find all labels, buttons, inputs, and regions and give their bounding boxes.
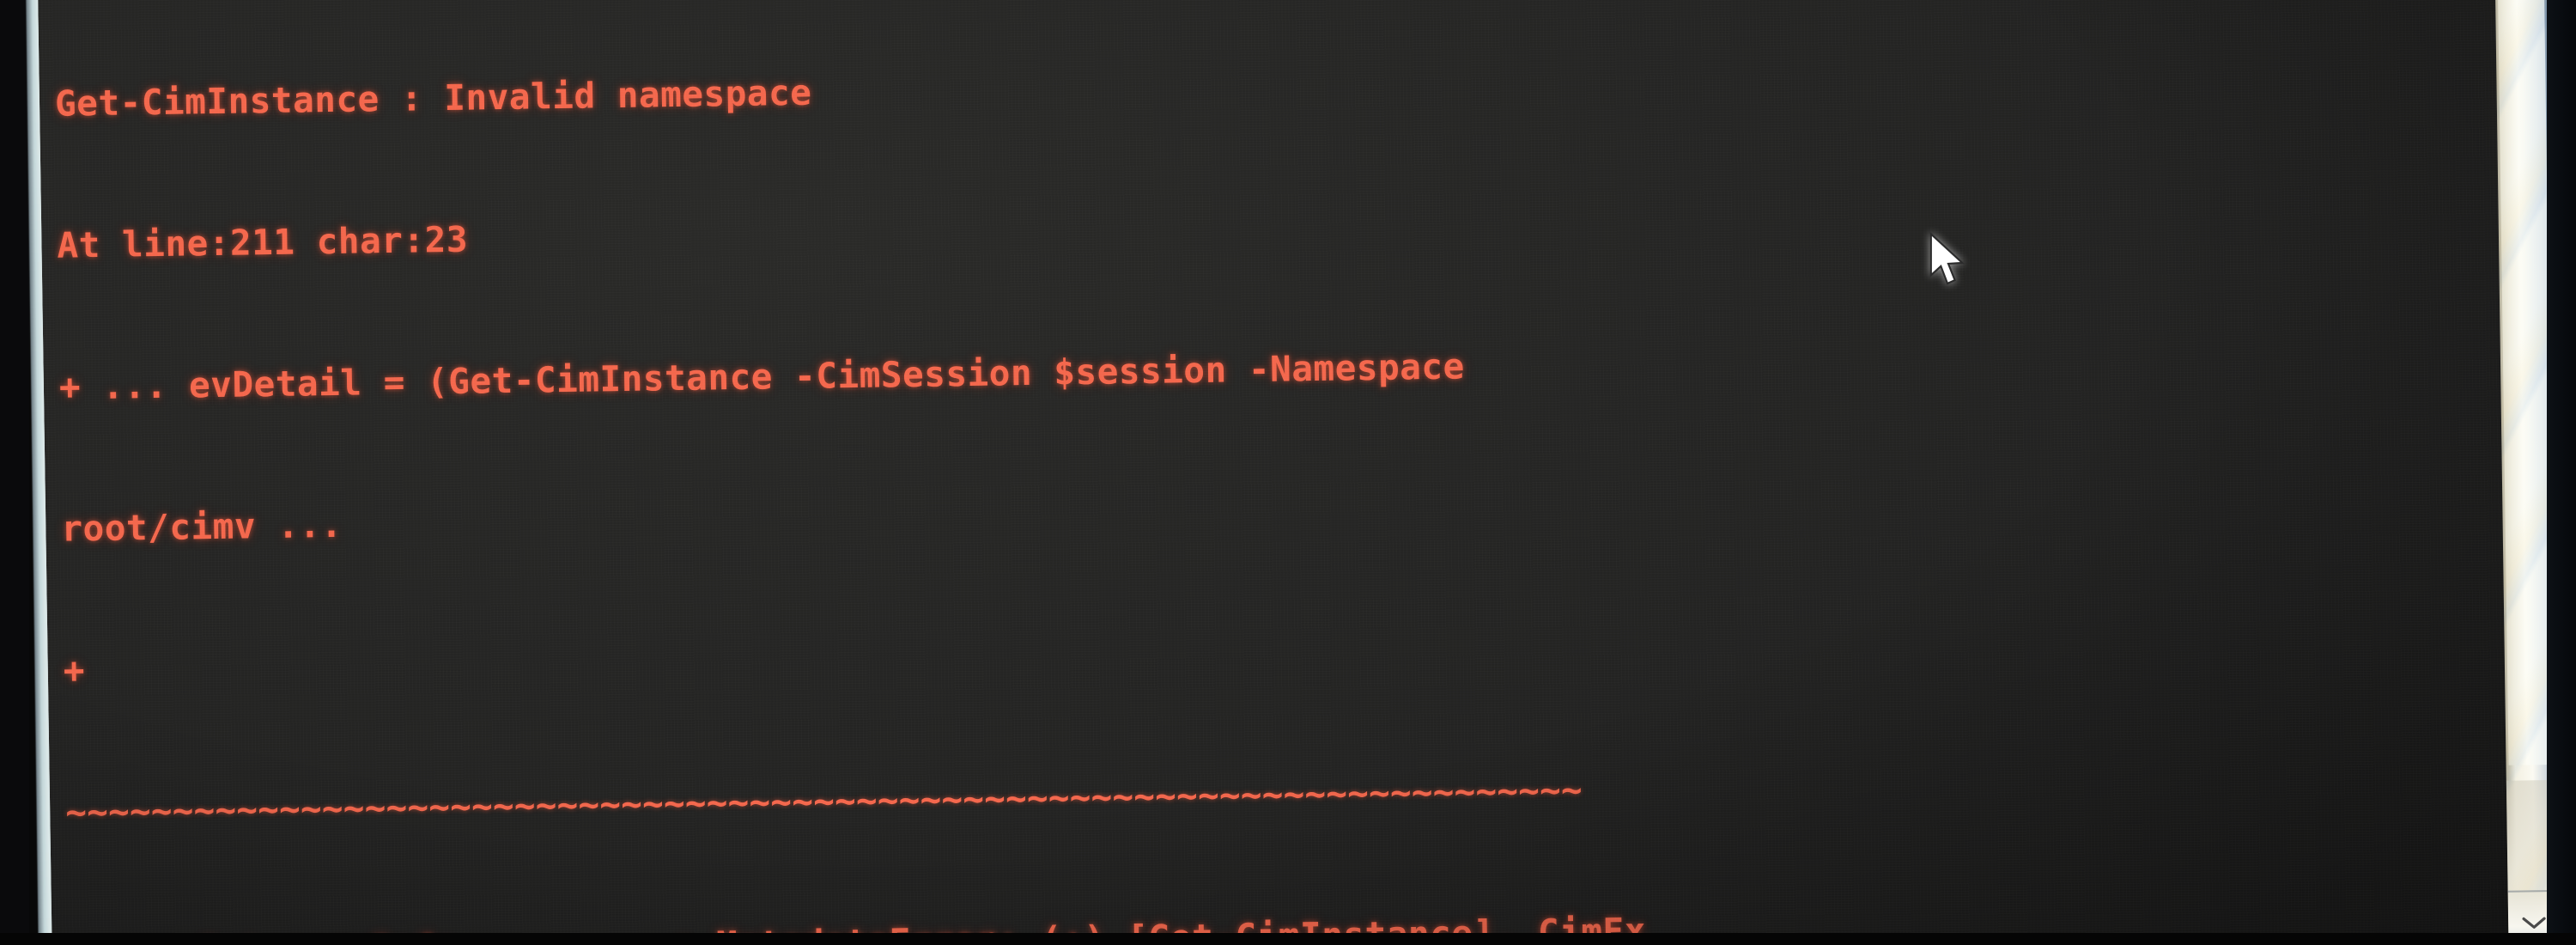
console-line-squiggle: ~~~~~~~~~~~~~~~~~~~~~~~~~~~~~~~~~~~~~~~~…: [64, 769, 1583, 833]
photo-of-monitor: ›› Get-CimInstance : Invalid namespace A…: [0, 0, 2576, 945]
photo-right-dark-edge: [2547, 0, 2576, 945]
console-surface[interactable]: ›› Get-CimInstance : Invalid namespace A…: [38, 0, 2525, 945]
photo-left-dark-edge: [0, 0, 29, 945]
console-line: Get-CimInstance : Invalid namespace: [54, 71, 812, 125]
console-line: At line:211 char:23: [57, 218, 469, 266]
photo-bottom-dark-edge: [0, 933, 2576, 945]
chevron-down-icon: [2522, 917, 2546, 929]
console-line: + ... evDetail = (Get-CimInstance -CimSe…: [58, 345, 1466, 408]
powershell-window[interactable]: ›› Get-CimInstance : Invalid namespace A…: [38, 0, 2525, 945]
console-line: root/cimv ...: [61, 503, 343, 550]
console-line: +: [63, 649, 86, 692]
console-output: Get-CimInstance : Invalid namespace At l…: [53, 0, 2525, 945]
